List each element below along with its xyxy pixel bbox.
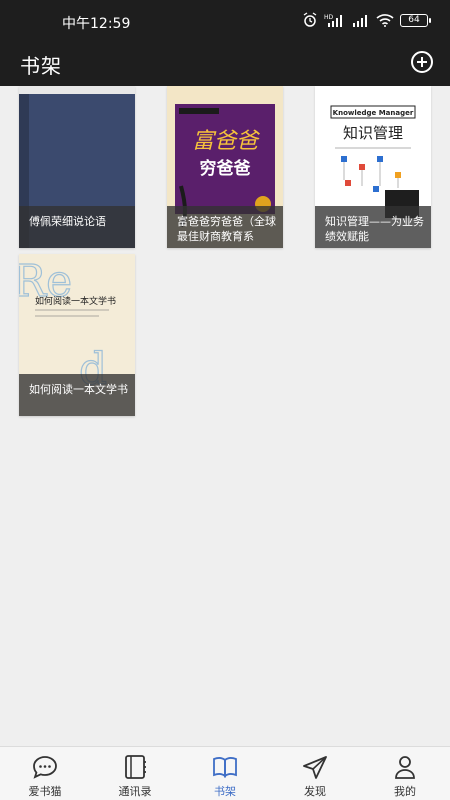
book-card[interactable]: Re d 如何阅读一本文学书 如何阅读一本文学书: [19, 254, 135, 416]
nav-label: 书架: [214, 785, 236, 798]
wifi-icon: [376, 13, 394, 27]
cover-title-main: 知识管理: [343, 124, 403, 142]
cover-title-main: 如何阅读一本文学书: [35, 295, 116, 307]
status-bar: 中午12:59 HD 64: [0, 0, 450, 40]
book-title: 知识管理——为业务绩效赋能: [315, 206, 431, 248]
signal-icon: [352, 13, 370, 27]
status-icons: HD 64: [302, 12, 431, 28]
nav-item-contacts[interactable]: 通讯录: [90, 747, 180, 800]
contacts-icon: [125, 755, 146, 779]
chat-icon: [33, 756, 57, 779]
nav-label: 发现: [304, 785, 326, 798]
alarm-icon: [302, 12, 318, 28]
book-card[interactable]: 傅佩荣细说论语: [19, 86, 135, 248]
nav-label: 我的: [394, 785, 416, 798]
page-title: 书架: [20, 54, 62, 78]
book-card[interactable]: 富爸爸 穷爸爸 富爸爸穷爸爸（全球最佳财商教育系: [167, 86, 283, 248]
bottom-nav: 爱书猫 通讯录 书架 发现 我的: [0, 746, 450, 800]
cover-title-sub: 穷爸爸: [200, 158, 251, 179]
nav-item-discover[interactable]: 发现: [270, 747, 360, 800]
plus-circle-icon: [411, 51, 433, 73]
signal-hd-icon: HD: [324, 13, 346, 27]
book-title: 如何阅读一本文学书: [19, 374, 135, 416]
nav-label: 爱书猫: [28, 785, 62, 798]
person-icon: [395, 756, 415, 779]
book-title: 富爸爸穷爸爸（全球最佳财商教育系: [167, 206, 283, 248]
battery-icon: 64: [400, 13, 431, 27]
nav-item-me[interactable]: 我的: [360, 747, 450, 800]
nav-label: 通讯录: [118, 785, 152, 798]
book-title: 傅佩荣细说论语: [19, 206, 135, 248]
send-icon: [303, 756, 327, 779]
app-bar: 书架: [0, 40, 450, 86]
nav-item-aishumao[interactable]: 爱书猫: [0, 747, 90, 800]
cover-title-main: 富爸爸: [192, 129, 261, 154]
nav-item-bookshelf[interactable]: 书架: [180, 747, 270, 800]
cover-badge: Knowledge Manager: [333, 109, 414, 117]
book-icon: [213, 757, 237, 778]
add-book-button[interactable]: [408, 48, 436, 76]
svg-text:HD: HD: [324, 14, 334, 21]
book-card[interactable]: Knowledge Manager 知识管理 知识管理——为业务绩效赋能: [315, 86, 431, 248]
status-time: 中午12:59: [62, 16, 131, 32]
